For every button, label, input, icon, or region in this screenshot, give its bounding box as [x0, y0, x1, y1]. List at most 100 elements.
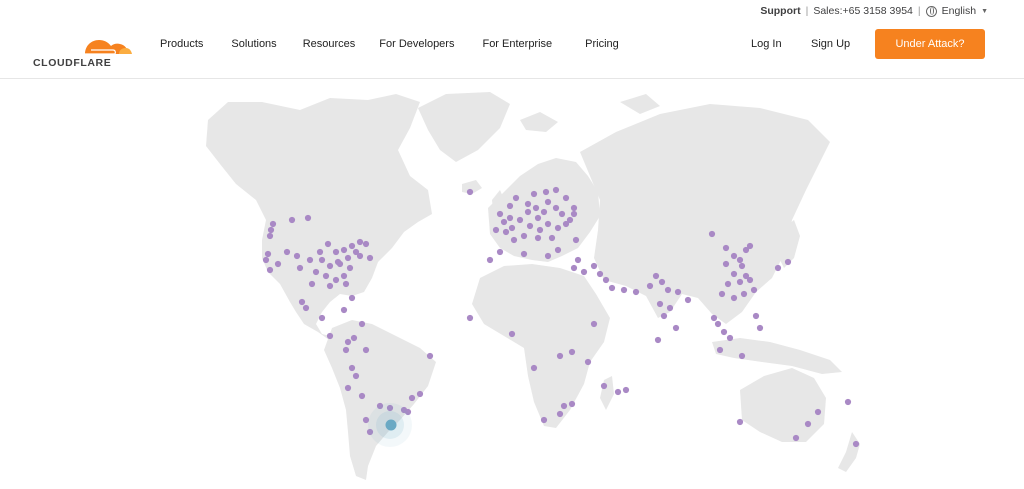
datacenter-dot[interactable]	[738, 262, 746, 270]
datacenter-dot[interactable]	[620, 286, 628, 294]
datacenter-dot[interactable]	[590, 262, 598, 270]
datacenter-dot[interactable]	[720, 328, 728, 336]
datacenter-dot[interactable]	[342, 280, 350, 288]
datacenter-dot[interactable]	[524, 208, 532, 216]
datacenter-dot[interactable]	[568, 400, 576, 408]
datacenter-dot[interactable]	[266, 266, 274, 274]
datacenter-dot[interactable]	[326, 262, 334, 270]
datacenter-dot[interactable]	[664, 286, 672, 294]
datacenter-dot[interactable]	[508, 224, 516, 232]
datacenter-dot[interactable]	[344, 338, 352, 346]
datacenter-dot[interactable]	[332, 248, 340, 256]
datacenter-dot[interactable]	[346, 264, 354, 272]
datacenter-dot[interactable]	[520, 232, 528, 240]
support-link[interactable]: Support	[760, 5, 800, 17]
datacenter-dot[interactable]	[266, 232, 274, 240]
datacenter-dot[interactable]	[296, 264, 304, 272]
datacenter-dot[interactable]	[544, 252, 552, 260]
datacenter-dot[interactable]	[356, 252, 364, 260]
datacenter-dot[interactable]	[362, 240, 370, 248]
datacenter-dot[interactable]	[736, 256, 744, 264]
datacenter-dot[interactable]	[356, 238, 364, 246]
datacenter-dot[interactable]	[326, 332, 334, 340]
datacenter-dot[interactable]	[570, 210, 578, 218]
datacenter-dot[interactable]	[730, 252, 738, 260]
datacenter-dot[interactable]	[264, 250, 272, 258]
datacenter-dot[interactable]	[298, 298, 306, 306]
datacenter-dot[interactable]	[408, 394, 416, 402]
datacenter-dot[interactable]	[267, 226, 275, 234]
datacenter-dot[interactable]	[510, 236, 518, 244]
datacenter-dot[interactable]	[654, 336, 662, 344]
datacenter-dot[interactable]	[558, 210, 566, 218]
datacenter-dot[interactable]	[342, 346, 350, 354]
datacenter-dot[interactable]	[492, 226, 500, 234]
datacenter-dot[interactable]	[562, 194, 570, 202]
datacenter-dot[interactable]	[348, 364, 356, 372]
nav-solutions[interactable]: Solutions	[231, 38, 276, 50]
datacenter-dot[interactable]	[318, 256, 326, 264]
datacenter-dot[interactable]	[416, 390, 424, 398]
datacenter-dot[interactable]	[426, 352, 434, 360]
datacenter-dot[interactable]	[466, 188, 474, 196]
datacenter-dot[interactable]	[570, 204, 578, 212]
nav-resources[interactable]: Resources	[303, 38, 356, 50]
datacenter-dot[interactable]	[496, 248, 504, 256]
datacenter-dot[interactable]	[366, 254, 374, 262]
datacenter-dot[interactable]	[632, 288, 640, 296]
datacenter-dot[interactable]	[660, 312, 668, 320]
datacenter-dot[interactable]	[352, 372, 360, 380]
datacenter-dot[interactable]	[344, 254, 352, 262]
signup-link[interactable]: Sign Up	[811, 38, 850, 50]
datacenter-dot[interactable]	[852, 440, 860, 448]
datacenter-dot[interactable]	[512, 194, 520, 202]
datacenter-dot[interactable]	[526, 222, 534, 230]
datacenter-dot[interactable]	[362, 346, 370, 354]
datacenter-dot[interactable]	[304, 214, 312, 222]
datacenter-dot[interactable]	[556, 352, 564, 360]
datacenter-dot[interactable]	[608, 284, 616, 292]
sales-phone[interactable]: Sales:+65 3158 3954	[813, 5, 913, 17]
datacenter-dot[interactable]	[596, 270, 604, 278]
datacenter-dot[interactable]	[548, 234, 556, 242]
datacenter-dot[interactable]	[646, 282, 654, 290]
datacenter-dot[interactable]	[502, 228, 510, 236]
datacenter-dot[interactable]	[774, 264, 782, 272]
datacenter-dot[interactable]	[722, 260, 730, 268]
datacenter-dot[interactable]	[590, 320, 598, 328]
datacenter-dot[interactable]	[708, 230, 716, 238]
datacenter-dot[interactable]	[736, 418, 744, 426]
datacenter-dot[interactable]	[554, 224, 562, 232]
datacenter-dot[interactable]	[332, 276, 340, 284]
datacenter-dot[interactable]	[600, 382, 608, 390]
datacenter-dot[interactable]	[326, 282, 334, 290]
datacenter-dot[interactable]	[672, 324, 680, 332]
datacenter-dot[interactable]	[746, 242, 754, 250]
datacenter-dot[interactable]	[722, 244, 730, 252]
datacenter-dot[interactable]	[724, 280, 732, 288]
datacenter-dot[interactable]	[312, 268, 320, 276]
datacenter-dot[interactable]	[710, 314, 718, 322]
datacenter-dot[interactable]	[508, 330, 516, 338]
datacenter-dot[interactable]	[562, 220, 570, 228]
nav-for-developers[interactable]: For Developers	[379, 38, 454, 50]
datacenter-dot[interactable]	[318, 314, 326, 322]
nav-for-enterprise[interactable]: For Enterprise	[482, 38, 552, 50]
datacenter-dot[interactable]	[556, 410, 564, 418]
datacenter-dot[interactable]	[750, 286, 758, 294]
cloudflare-logo[interactable]: CLOUDFLARE	[33, 28, 133, 69]
datacenter-dot[interactable]	[752, 312, 760, 320]
login-link[interactable]: Log In	[751, 38, 782, 50]
datacenter-dot[interactable]	[516, 216, 524, 224]
datacenter-dot[interactable]	[340, 306, 348, 314]
datacenter-dot[interactable]	[552, 204, 560, 212]
datacenter-dot[interactable]	[656, 300, 664, 308]
datacenter-dot[interactable]	[658, 278, 666, 286]
datacenter-dot[interactable]	[340, 272, 348, 280]
datacenter-dot[interactable]	[568, 348, 576, 356]
datacenter-dot[interactable]	[716, 346, 724, 354]
under-attack-button[interactable]: Under Attack?	[875, 29, 985, 59]
datacenter-dot[interactable]	[308, 280, 316, 288]
datacenter-dot[interactable]	[358, 392, 366, 400]
datacenter-dot[interactable]	[814, 408, 822, 416]
